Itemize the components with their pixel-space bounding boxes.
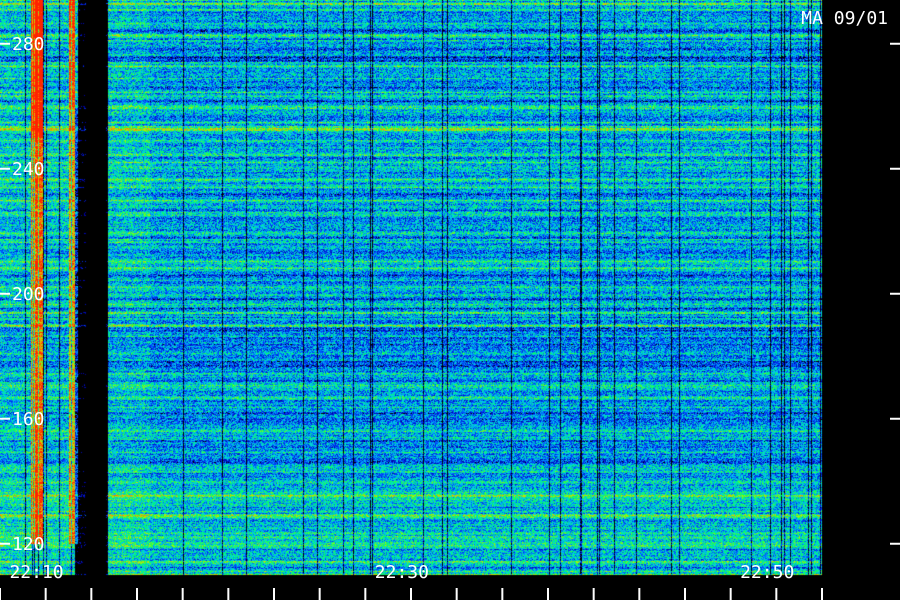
y-tick-label: 280 <box>12 34 45 55</box>
y-tick-label: 200 <box>12 284 45 305</box>
x-axis-ticks: 22:10 22:30 22:50 <box>0 562 823 600</box>
x-tick-label: 22:50 <box>740 562 794 583</box>
y-tick-label: 240 <box>12 159 45 180</box>
x-tick-label: 22:10 <box>9 562 63 583</box>
y-axis-ticks: 120 160 200 240 280 <box>0 34 900 555</box>
y-tick-label: 160 <box>12 409 45 430</box>
chart-overlay: MA 09/01 120 160 200 240 280 22:10 22:30 22:50 <box>0 8 900 600</box>
x-tick-label: 22:30 <box>375 562 429 583</box>
chart-title: MA 09/01 <box>801 8 888 29</box>
spectrogram-chart: MA 09/01 120 160 200 240 280 22:10 22:30 22:50 <box>0 0 900 600</box>
y-tick-label: 120 <box>12 534 45 555</box>
